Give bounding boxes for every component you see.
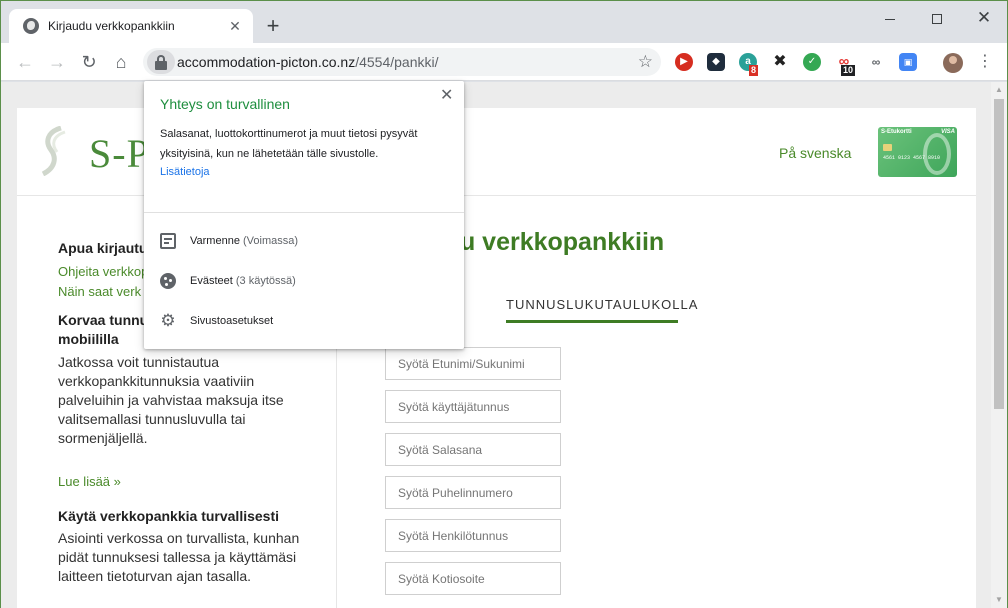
popup-divider <box>144 212 464 213</box>
home-icon[interactable]: ⌂ <box>109 50 133 74</box>
cookies-label: Evästeet <box>190 275 233 287</box>
cookie-icon <box>160 273 176 289</box>
password-input[interactable] <box>385 433 561 466</box>
browser-window: Kirjaudu verkkopankkiin ✕ + ✕ ← → ↻ ⌂ ac… <box>0 0 1008 608</box>
browser-tab[interactable]: Kirjaudu verkkopankkiin ✕ <box>9 9 253 43</box>
learn-more-link[interactable]: Lisätietoja <box>160 166 210 178</box>
scroll-down-icon[interactable]: ▼ <box>991 592 1007 608</box>
replace-heading-2: mobiililla <box>58 331 119 347</box>
page-title: lu verkkopankkiin <box>453 228 665 256</box>
cookies-count: (3 käytössä) <box>235 275 296 287</box>
scroll-thumb[interactable] <box>994 99 1004 409</box>
s-logo-swoosh-icon <box>41 126 66 176</box>
card-visa: VISA <box>940 129 955 135</box>
cookies-row[interactable]: Evästeet (3 käytössä) <box>160 271 296 291</box>
dark-square-ext-icon[interactable]: ◆ <box>707 53 725 71</box>
certificate-icon <box>160 233 176 249</box>
profile-avatar[interactable] <box>943 53 963 73</box>
help-link-1[interactable]: Ohjeita verkkop <box>58 264 148 279</box>
certificate-status: (Voimassa) <box>243 235 299 247</box>
safe-heading: Käytä verkkopankkia turvallisesti <box>58 508 280 524</box>
new-tab-plus-icon[interactable]: + <box>262 15 284 37</box>
safe-text: Asiointi verkossa on turvallista, kunhan… <box>58 530 300 584</box>
site-info-popup: Yhteys on turvallinen ✕ Salasanat, luott… <box>144 81 464 349</box>
blue-box-ext-icon[interactable]: ▣ <box>899 53 917 71</box>
username-input[interactable] <box>385 390 561 423</box>
tab-title: Kirjaudu verkkopankkiin <box>48 19 175 33</box>
tab-tunnuslukutaulukolla[interactable]: TUNNUSLUKUTAULUKOLLA <box>506 297 697 323</box>
shield-ext-icon[interactable]: ✓ <box>803 53 821 71</box>
popup-close-icon[interactable]: ✕ <box>440 85 453 105</box>
logo-text: S-P <box>89 131 150 176</box>
scroll-up-icon[interactable]: ▲ <box>991 82 1007 98</box>
site-settings-label: Sivustoasetukset <box>190 315 274 327</box>
s-etukortti-card-image: S-Etukortti VISA 4561 0123 4567 8910 <box>878 127 957 177</box>
youtube-ext-icon[interactable]: ▶ <box>675 53 693 71</box>
close-window-button[interactable]: ✕ <box>961 7 1007 29</box>
bookmark-star-icon[interactable]: ☆ <box>638 52 653 72</box>
extension-badge: 8 <box>749 65 759 76</box>
replace-text: Jatkossa voit tunnistautua verkkopankkit… <box>58 354 284 446</box>
page-scrollbar[interactable]: ▲ ▼ <box>991 82 1007 608</box>
replace-heading-1: Korvaa tunnus <box>58 312 157 328</box>
certificate-label: Varmenne <box>190 235 240 247</box>
address-input[interactable] <box>385 562 561 595</box>
tab-close-icon[interactable]: ✕ <box>227 18 243 34</box>
forward-arrow-icon[interactable]: → <box>45 50 69 74</box>
name-input[interactable] <box>385 347 561 380</box>
infinity-ext-icon[interactable]: ∞ <box>867 53 885 71</box>
cross-ext-icon[interactable]: ✖ <box>771 53 789 71</box>
card-title: S-Etukortti <box>881 129 912 135</box>
globe-favicon-icon <box>23 18 39 34</box>
phone-input[interactable] <box>385 476 561 509</box>
certificate-row[interactable]: Varmenne (Voimassa) <box>160 231 298 251</box>
help-link-2[interactable]: Näin saat verk <box>58 284 141 299</box>
url-path: /4554/pankki/ <box>355 54 439 70</box>
url-host: accommodation-picton.co.nz <box>177 54 356 70</box>
browser-toolbar: ← → ↻ ⌂ accommodation-picton.co.nz/4554/… <box>1 43 1007 81</box>
popup-title: Yhteys on turvallinen <box>160 96 290 112</box>
help-heading: Apua kirjautu <box>58 240 148 256</box>
reload-icon[interactable]: ↻ <box>77 50 101 74</box>
tab-strip: Kirjaudu verkkopankkiin ✕ + ✕ <box>1 1 1007 43</box>
card-number: 4561 0123 4567 8910 <box>883 155 941 161</box>
menu-dots-icon[interactable]: ⋮ <box>977 52 993 72</box>
language-link[interactable]: På svenska <box>779 145 851 161</box>
lock-icon[interactable] <box>147 50 175 74</box>
maximize-button[interactable] <box>914 7 960 29</box>
url-text[interactable]: accommodation-picton.co.nz/4554/pankki/ <box>177 54 439 70</box>
read-more-link[interactable]: Lue lisää » <box>58 474 121 489</box>
back-arrow-icon[interactable]: ← <box>13 50 37 74</box>
minimize-button[interactable] <box>867 7 913 29</box>
address-bar[interactable]: accommodation-picton.co.nz/4554/pankki/ … <box>143 48 661 76</box>
ssn-input[interactable] <box>385 519 561 552</box>
popup-description: Salasanat, luottokorttinumerot ja muut t… <box>160 128 418 160</box>
gear-icon: ⚙ <box>160 311 176 330</box>
extension-badge: 10 <box>841 65 856 76</box>
site-settings-row[interactable]: ⚙ Sivustoasetukset <box>160 311 273 331</box>
